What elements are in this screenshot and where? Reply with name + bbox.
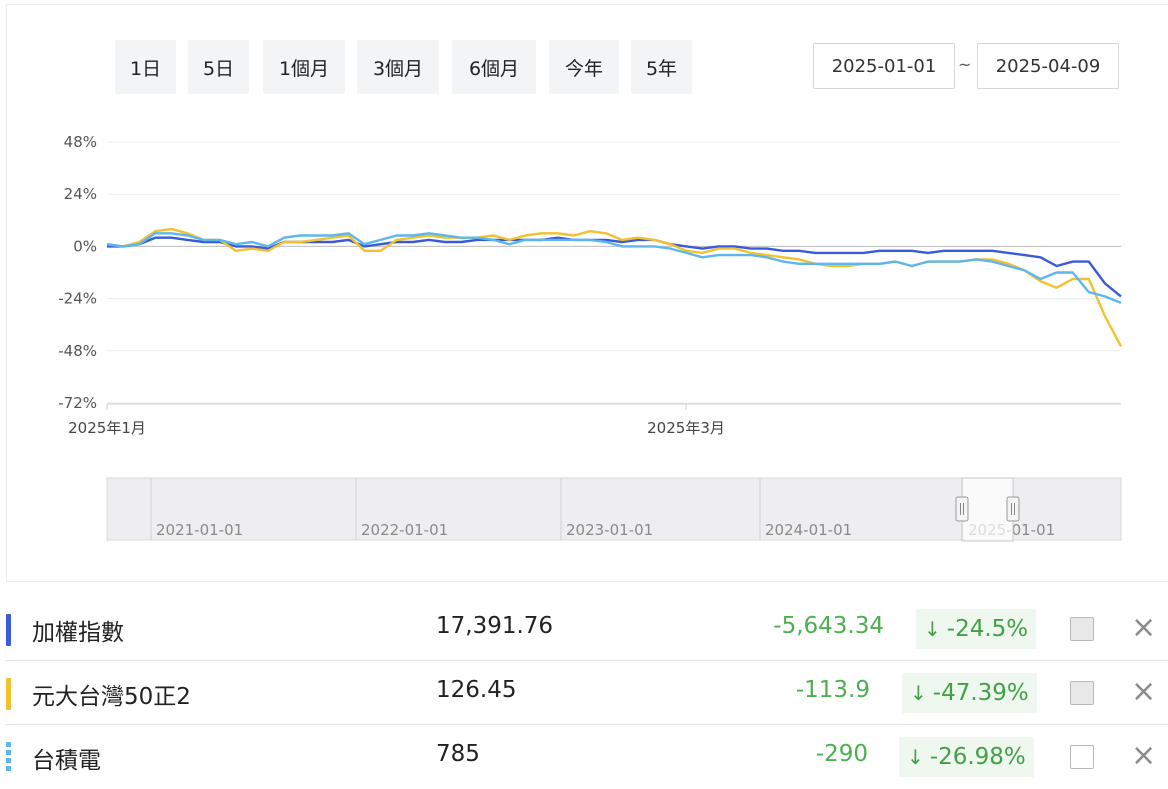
y-tick-label: 24%: [64, 185, 97, 203]
series-name: 元大台灣50正2: [32, 684, 191, 710]
close-icon[interactable]: ×: [1131, 738, 1156, 774]
series-price: 785: [436, 741, 480, 767]
series-color-bar: [6, 614, 11, 646]
series-name: 加權指數: [32, 620, 124, 646]
series-color-bar: [6, 742, 11, 774]
navigator-handle: [955, 496, 969, 522]
series-toggle-checkbox[interactable]: [1070, 617, 1094, 641]
x-axis: 2025年1月 2025年3月: [68, 403, 1121, 437]
y-tick-label: -24%: [58, 290, 97, 308]
series-name: 台積電: [32, 748, 101, 774]
series-change: -290: [815, 741, 868, 767]
y-tick-label: -72%: [58, 394, 97, 412]
navigator-label: 2023-01-01: [566, 521, 653, 539]
series-line: [106, 232, 1122, 305]
arrow-down-icon: ↓: [924, 617, 941, 641]
legend-row-tsmc[interactable]: 台積電 785 -290 ↓ -26.98% ×: [6, 725, 1168, 789]
chart-grid: [107, 141, 1121, 404]
series-color-bar: [6, 678, 11, 710]
legend-row-taiex[interactable]: 加權指數 17,391.76 -5,643.34 ↓ -24.5% ×: [6, 597, 1168, 661]
range-navigator[interactable]: 2021-01-01 2022-01-01 2023-01-01 2024-01-01…: [106, 477, 1122, 542]
y-tick-label: 48%: [64, 133, 97, 151]
close-icon[interactable]: ×: [1131, 674, 1156, 710]
x-tick-label: 2025年3月: [647, 419, 725, 437]
navigator-selection: [961, 477, 1014, 542]
navigator-label: 2022-01-01: [361, 521, 448, 539]
line-chart: 48% 24% 0% -24% -48% -72% 2025年1月 2025年3月 2021…: [58, 133, 1123, 542]
pct-value: -47.39%: [932, 680, 1029, 706]
y-axis: 48% 24% 0% -24% -48% -72%: [58, 133, 97, 412]
series-change-pct: ↓ -47.39%: [902, 673, 1037, 713]
navigator-handle: [1006, 496, 1020, 522]
series-change-pct: ↓ -24.5%: [916, 609, 1037, 649]
series-change: -5,643.34: [773, 613, 884, 639]
series-toggle-checkbox[interactable]: [1070, 681, 1094, 705]
navigator-label: 2024-01-01: [765, 521, 852, 539]
series-change: -113.9: [795, 677, 870, 703]
y-tick-label: 0%: [73, 237, 97, 255]
close-icon[interactable]: ×: [1131, 610, 1156, 646]
series-price: 17,391.76: [436, 613, 554, 639]
pct-value: -24.5%: [946, 616, 1029, 642]
x-tick-label: 2025年1月: [68, 419, 146, 437]
pct-value: -26.98%: [929, 744, 1026, 770]
series-price: 126.45: [436, 677, 517, 703]
arrow-down-icon: ↓: [907, 745, 924, 769]
navigator-label: 2021-01-01: [156, 521, 243, 539]
legend-row-0050-2x[interactable]: 元大台灣50正2 126.45 -113.9 ↓ -47.39% ×: [6, 661, 1168, 725]
y-tick-label: -48%: [58, 342, 97, 360]
series-toggle-checkbox[interactable]: [1070, 745, 1094, 769]
arrow-down-icon: ↓: [910, 681, 927, 705]
series-change-pct: ↓ -26.98%: [899, 737, 1034, 777]
